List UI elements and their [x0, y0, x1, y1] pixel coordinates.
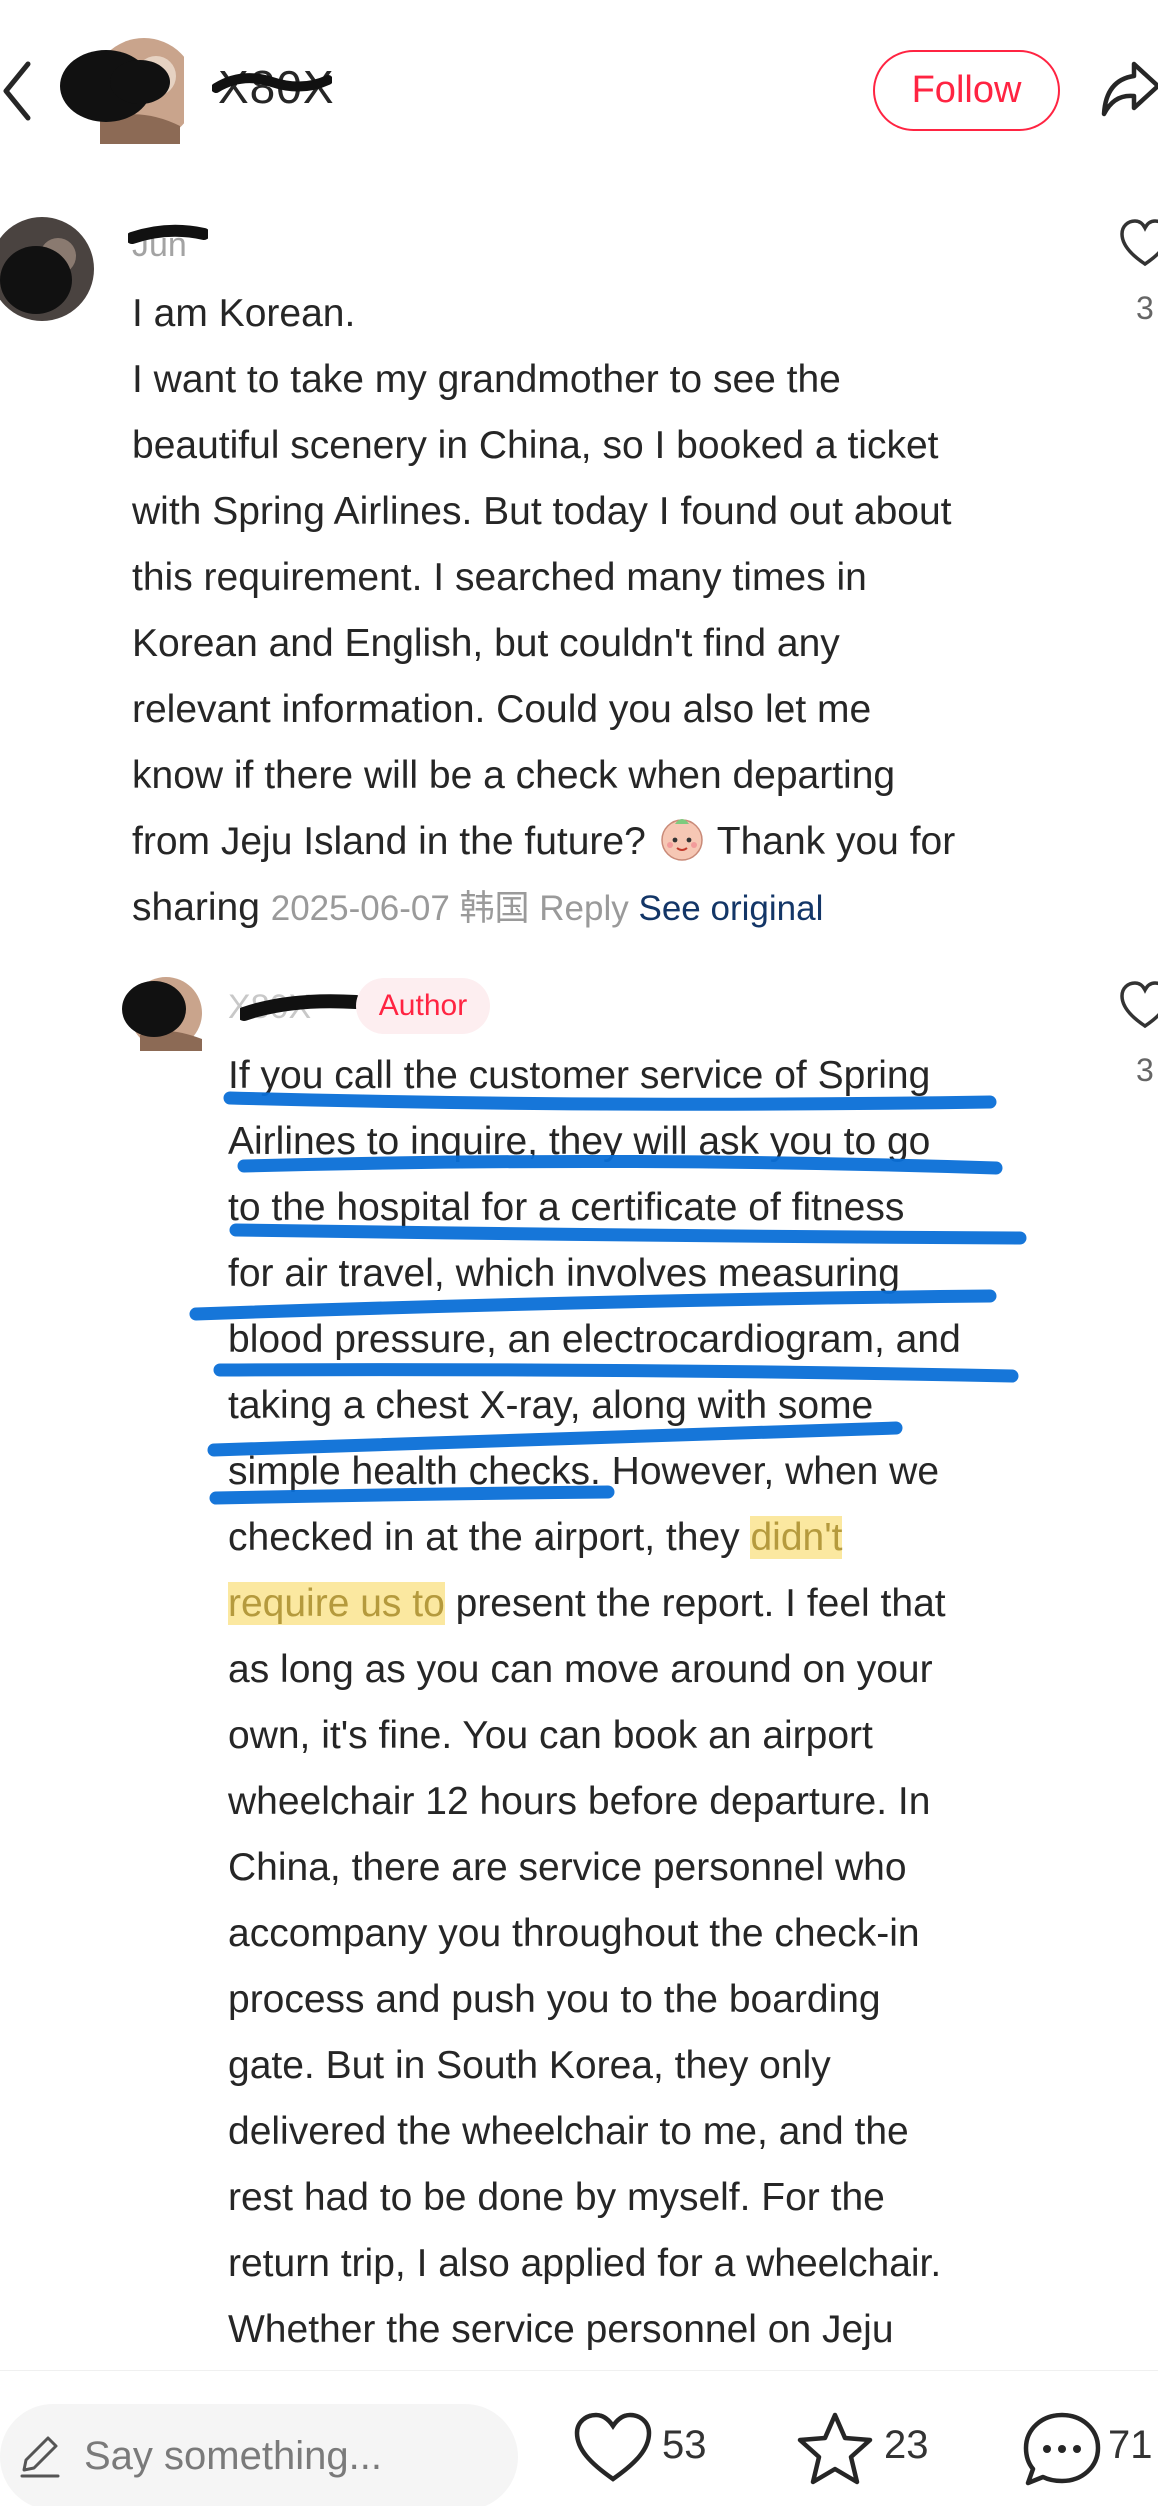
comment-body: I am Korean. I want to take my grandmoth…: [132, 281, 1082, 942]
reply-line: If you call the customer service of Spri…: [228, 1054, 931, 1097]
comment-like-icon[interactable]: [1120, 218, 1158, 270]
reply-line: wheelchair 12 hours before departure. In: [228, 1780, 931, 1823]
reply-link[interactable]: Reply: [539, 889, 628, 928]
comment-line: with Spring Airlines. But today I found …: [132, 490, 952, 533]
reply-line: China, there are service personnel who: [228, 1846, 907, 1889]
comment-line: from Jeju Island in the future? Thank yo…: [132, 809, 1082, 875]
reply-line: taking a chest X-ray, along with some: [228, 1384, 874, 1427]
comment-input[interactable]: Say something...: [0, 2404, 518, 2506]
highlighted-text: require us to: [228, 1582, 445, 1625]
follow-button[interactable]: Follow: [873, 50, 1060, 131]
reply-line: to the hospital for a certificate of fit…: [228, 1186, 905, 1229]
comment-line: know if there will be a check when depar…: [132, 754, 896, 797]
comment-line: I am Korean.: [132, 292, 356, 335]
reply-line: accompany you throughout the check-in: [228, 1912, 920, 1955]
comment-line: sharing 2025-06-07 韩国 Reply See original: [132, 886, 824, 929]
comment-line: this requirement. I searched many times …: [132, 556, 867, 599]
like-count: 53: [662, 2423, 707, 2467]
reply-line: for air travel, which involves measuring: [228, 1252, 900, 1295]
redaction-scribble: [240, 994, 360, 1021]
reply-body: If you call the customer service of Spri…: [228, 1043, 1078, 2363]
reply-like-icon[interactable]: [1120, 980, 1158, 1032]
comment-date: 2025-06-07: [270, 889, 450, 928]
reply-line: rest had to be done by myself. For the: [228, 2176, 885, 2219]
comment-count: 71: [1108, 2423, 1153, 2467]
comment-line: beautiful scenery in China, so I booked …: [132, 424, 939, 467]
star-count: 23: [884, 2423, 929, 2467]
redaction-scribble: [128, 224, 208, 244]
reply-line: return trip, I also applied for a wheelc…: [228, 2242, 942, 2285]
author-avatar[interactable]: [60, 36, 184, 144]
like-button[interactable]: 53: [574, 2411, 724, 2491]
star-icon: [797, 2412, 873, 2485]
reply-line: simple health checks. However, when we: [228, 1450, 940, 1493]
comment-like-count: 3: [1136, 290, 1154, 326]
reply-line: blood pressure, an electrocardiogram, an…: [228, 1318, 961, 1361]
reply-line: as long as you can move around on your: [228, 1648, 933, 1691]
heart-icon: [574, 2412, 652, 2482]
bottom-action-bar: Say something... 53 23 71: [0, 2370, 1158, 2506]
comment-button[interactable]: 71: [1022, 2411, 1158, 2491]
baby-face-emoji-icon: [660, 819, 703, 861]
reply-line: Whether the service personnel on Jeju: [228, 2308, 894, 2351]
see-original-link[interactable]: See original: [639, 889, 824, 928]
collect-button[interactable]: 23: [796, 2411, 946, 2491]
reply-line: require us to present the report. I feel…: [228, 1582, 946, 1625]
comment-location: 韩国: [459, 889, 530, 928]
commenter-avatar[interactable]: [0, 216, 96, 322]
reply-line: checked in at the airport, they didn't: [228, 1516, 843, 1559]
reply-like-count: 3: [1136, 1052, 1154, 1088]
redaction-scribble: [212, 73, 332, 93]
share-icon[interactable]: [1100, 56, 1158, 122]
highlighted-text: didn't: [750, 1516, 843, 1559]
reply-line: delivered the wheelchair to me, and the: [228, 2110, 909, 2153]
reply-author-avatar[interactable]: [120, 975, 204, 1051]
reply-line: own, it's fine. You can book an airport: [228, 1714, 873, 1757]
reply-line: process and push you to the boarding: [228, 1978, 881, 2021]
reply-line: gate. But in South Korea, they only: [228, 2044, 831, 2087]
author-badge: Author: [356, 978, 490, 1034]
chat-bubble-icon: [1023, 2412, 1101, 2486]
post-header: X80X Follow: [0, 0, 1158, 180]
reply-line: Airlines to inquire, they will ask you t…: [228, 1120, 931, 1163]
comment-line: Korean and English, but couldn't find an…: [132, 622, 840, 665]
pencil-icon: [20, 2436, 60, 2478]
back-arrow-icon[interactable]: [0, 58, 36, 124]
comment-line: I want to take my grandmother to see the: [132, 358, 841, 401]
comment-input-placeholder: Say something...: [84, 2434, 382, 2478]
comment-line: relevant information. Could you also let…: [132, 688, 872, 731]
